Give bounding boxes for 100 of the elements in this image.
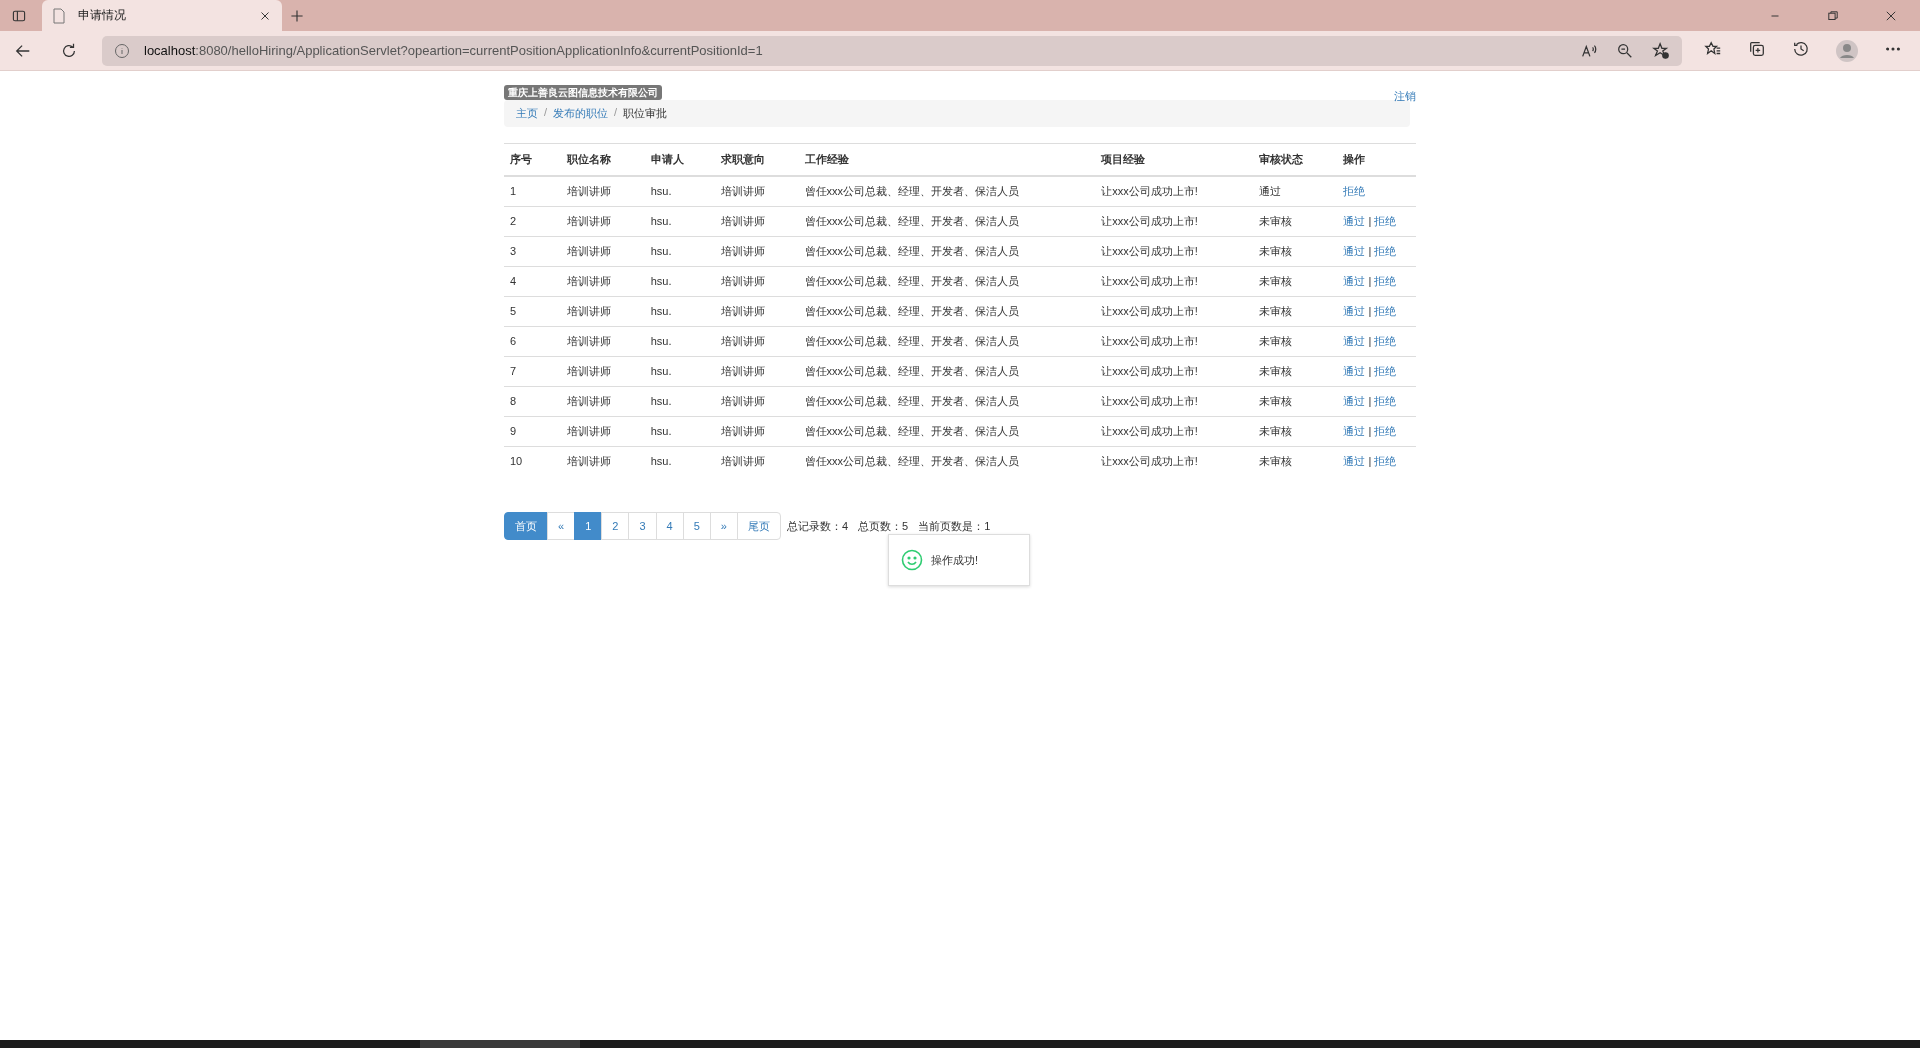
history-icon[interactable] bbox=[1792, 39, 1810, 58]
table-cell: 曾任xxx公司总裁、经理、开发者、保洁人员 bbox=[798, 266, 1096, 297]
action-link[interactable]: 通过 bbox=[1343, 275, 1366, 287]
table-cell: 8 bbox=[504, 386, 561, 417]
column-header: 操作 bbox=[1337, 143, 1416, 176]
table-cell: 让xxx公司成功上市! bbox=[1095, 206, 1254, 237]
collections-icon[interactable] bbox=[1748, 39, 1766, 58]
pagination-info: 总页数：5 bbox=[858, 518, 909, 534]
action-link[interactable]: 通过 bbox=[1343, 305, 1366, 317]
page-link[interactable]: 5 bbox=[682, 512, 711, 540]
column-header: 求职意向 bbox=[714, 143, 799, 176]
breadcrumb-link[interactable]: 发布的职位 bbox=[553, 106, 609, 121]
action-separator: | bbox=[1368, 365, 1372, 377]
table-cell: 未审核 bbox=[1253, 446, 1338, 476]
table-cell: hsu. bbox=[644, 206, 715, 237]
action-separator: | bbox=[1368, 335, 1372, 347]
table-cell: 培训讲师 bbox=[714, 266, 799, 297]
action-separator: | bbox=[1368, 395, 1372, 407]
action-link[interactable]: 拒绝 bbox=[1374, 365, 1397, 377]
action-link[interactable]: 拒绝 bbox=[1374, 455, 1397, 467]
table-cell: 让xxx公司成功上市! bbox=[1095, 266, 1254, 297]
page-link[interactable]: 尾页 bbox=[736, 512, 781, 540]
action-link[interactable]: 通过 bbox=[1343, 335, 1366, 347]
page-link[interactable]: « bbox=[547, 512, 576, 540]
table-cell: 让xxx公司成功上市! bbox=[1095, 236, 1254, 267]
table-cell: 让xxx公司成功上市! bbox=[1095, 446, 1254, 476]
action-separator: | bbox=[1368, 215, 1372, 227]
action-separator: | bbox=[1368, 425, 1372, 437]
plus-icon[interactable] bbox=[289, 7, 305, 24]
action-link[interactable]: 拒绝 bbox=[1374, 425, 1397, 437]
page-link[interactable]: 1 bbox=[574, 512, 603, 540]
restore-icon[interactable] bbox=[1826, 8, 1840, 23]
action-link[interactable]: 拒绝 bbox=[1374, 215, 1397, 227]
page-link[interactable]: 4 bbox=[655, 512, 684, 540]
breadcrumb-link[interactable]: 主页 bbox=[516, 106, 538, 121]
avatar-icon[interactable] bbox=[1836, 39, 1858, 62]
table-cell: 让xxx公司成功上市! bbox=[1095, 296, 1254, 327]
star-plus-icon[interactable] bbox=[1652, 41, 1670, 60]
table-cell: 未审核 bbox=[1253, 326, 1338, 357]
table-cell: hsu. bbox=[644, 326, 715, 357]
table-cell: 让xxx公司成功上市! bbox=[1095, 386, 1254, 417]
page-icon bbox=[52, 7, 66, 24]
column-header: 序号 bbox=[504, 143, 561, 176]
favorites-icon[interactable] bbox=[1704, 39, 1722, 58]
action-separator: | bbox=[1368, 275, 1372, 287]
page-link[interactable]: 3 bbox=[628, 512, 657, 540]
action-separator: | bbox=[1368, 455, 1372, 467]
action-link[interactable]: 通过 bbox=[1343, 395, 1366, 407]
column-header: 职位名称 bbox=[560, 143, 645, 176]
table-cell: 曾任xxx公司总裁、经理、开发者、保洁人员 bbox=[798, 206, 1096, 237]
table-cell: 培训讲师 bbox=[714, 296, 799, 327]
action-link[interactable]: 通过 bbox=[1343, 455, 1366, 467]
action-link[interactable]: 拒绝 bbox=[1343, 185, 1366, 197]
page-link[interactable]: 2 bbox=[601, 512, 630, 540]
browser-tab[interactable]: 申请情况 bbox=[42, 0, 282, 31]
page-link[interactable]: 首页 bbox=[504, 512, 548, 540]
table-cell: 培训讲师 bbox=[560, 296, 645, 327]
action-link[interactable]: 通过 bbox=[1343, 425, 1366, 437]
action-link[interactable]: 拒绝 bbox=[1374, 275, 1397, 287]
address-bar[interactable]: localhost:8080/helloHiring/ApplicationServlet?opeartion=currentPositionApplicationInfo&currentPositionId=1 bbox=[102, 35, 1682, 66]
action-link[interactable]: 拒绝 bbox=[1374, 305, 1397, 317]
page-link[interactable]: » bbox=[709, 512, 738, 540]
zoom-out-icon[interactable] bbox=[1616, 41, 1634, 60]
action-separator: | bbox=[1368, 245, 1372, 257]
table-cell: 6 bbox=[504, 326, 561, 357]
table-cell: 曾任xxx公司总裁、经理、开发者、保洁人员 bbox=[798, 386, 1096, 417]
table-cell: 未审核 bbox=[1253, 266, 1338, 297]
toast-message: 操作成功! bbox=[931, 552, 979, 568]
table-cell: 4 bbox=[504, 266, 561, 297]
action-link[interactable]: 拒绝 bbox=[1374, 245, 1397, 257]
action-separator: | bbox=[1368, 305, 1372, 317]
action-link[interactable]: 拒绝 bbox=[1374, 335, 1397, 347]
smiley-icon bbox=[901, 549, 923, 571]
table-cell: 培训讲师 bbox=[714, 206, 799, 237]
table-cell: 培训讲师 bbox=[714, 446, 799, 476]
table-cell: 未审核 bbox=[1253, 236, 1338, 267]
url-text: localhost:8080/helloHiring/ApplicationServlet?opeartion=currentPositionApplicationInfo&currentPositionId=1 bbox=[144, 43, 763, 58]
action-link[interactable]: 通过 bbox=[1343, 365, 1366, 377]
table-cell: 培训讲师 bbox=[560, 326, 645, 357]
table-cell: 7 bbox=[504, 356, 561, 387]
reload-icon[interactable] bbox=[60, 41, 78, 60]
action-link[interactable]: 通过 bbox=[1343, 215, 1366, 227]
table-cell: 培训讲师 bbox=[714, 326, 799, 357]
table-cell: 培训讲师 bbox=[714, 416, 799, 447]
table-cell: hsu. bbox=[644, 266, 715, 297]
table-cell: 让xxx公司成功上市! bbox=[1095, 416, 1254, 447]
table-cell: 未审核 bbox=[1253, 386, 1338, 417]
breadcrumb-current: 职位审批 bbox=[623, 106, 668, 121]
table-cell: 培训讲师 bbox=[714, 386, 799, 417]
info-icon bbox=[114, 42, 130, 59]
action-link[interactable]: 通过 bbox=[1343, 245, 1366, 257]
action-link[interactable]: 拒绝 bbox=[1374, 395, 1397, 407]
column-header: 审核状态 bbox=[1253, 143, 1338, 176]
column-header: 项目经验 bbox=[1095, 143, 1254, 176]
table-cell: 1 bbox=[504, 176, 561, 207]
table-cell: 3 bbox=[504, 236, 561, 267]
table-cell: 曾任xxx公司总裁、经理、开发者、保洁人员 bbox=[798, 356, 1096, 387]
table-cell: 培训讲师 bbox=[560, 266, 645, 297]
table-cell: 曾任xxx公司总裁、经理、开发者、保洁人员 bbox=[798, 296, 1096, 327]
logout-link[interactable]: 注销 bbox=[1394, 89, 1416, 104]
